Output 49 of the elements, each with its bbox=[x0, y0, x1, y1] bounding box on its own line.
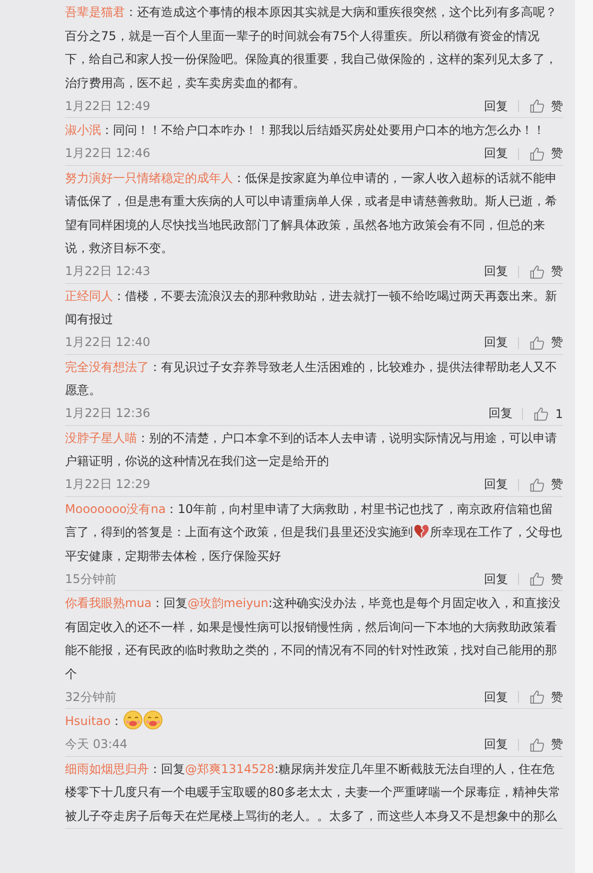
comment-text: 吾辈是猫君：还有造成这个事情的根本原因其实就是大病和重疾很突然，这个比列有多高呢？百分之75，就是一百个人里面一辈子的时间就会有75个人得重疾。所以稍微有资金的情况下，给自己和家人投一份保险吧。保险真的很重要，我自己做保险的，这样的案列见太多了，治疗费用高，医不起，卖车卖房卖血的都有。 bbox=[65, 4, 558, 92]
thumbs-up-icon[interactable] bbox=[529, 334, 545, 350]
like-count[interactable]: 赞 bbox=[551, 98, 563, 114]
timestamp: 1月22日 12:40 bbox=[65, 334, 150, 351]
thumbs-up-icon[interactable] bbox=[529, 689, 545, 705]
reply-link[interactable]: 回复 bbox=[484, 263, 508, 280]
broken-heart-icon bbox=[413, 523, 430, 540]
like-count[interactable]: 赞 bbox=[551, 688, 563, 706]
timestamp: 1月22日 12:36 bbox=[65, 405, 150, 422]
smiley-icon bbox=[122, 710, 143, 730]
reply-link[interactable]: 回复 bbox=[484, 334, 508, 351]
comment-text: 细雨如烟思归舟：回复@郑爽1314528:糖尿病并发症几年里不断截肢无法自理的人，住在危楼零下十几度只有一个电暖手宝取暖的80多老太太，夫妻一个严重哮喘一个尿毒症，精神失常被儿子夺走房子后每天在烂尾楼上骂街的老人。。太多了，而这些人本身又不是想象中的那么 bbox=[65, 760, 562, 824]
reply-link[interactable]: 回复 bbox=[488, 405, 512, 422]
comment-text: 完全没有想法了：有见识过子女弃养导致老人生活困难的，比较难办，提供法律帮助老人又不愿意。 bbox=[65, 358, 558, 399]
timestamp: 今天 03:44 bbox=[65, 736, 128, 753]
like-count[interactable]: 赞 bbox=[551, 145, 563, 162]
timestamp: 1月22日 12:46 bbox=[65, 145, 150, 162]
timestamp: 32分钟前 bbox=[65, 688, 116, 706]
comment-text: 你看我眼熟mua：回复@玫韵meiyun:这种确实没办法，毕竟也是每个月固定收入，和直接没有固定收入的还不一样，如果是慢性病可以报销慢性病，然后询问一下本地的大病救助政策看能不能报，还有民政的临时救助之类的，不同的情况有不同的针对性政策，找对自己能用的那个 bbox=[65, 595, 562, 682]
reply-link[interactable]: 回复 bbox=[484, 98, 508, 114]
comment-text: 正经同人：借楼，不要去流浪汉去的那种救助站，进去就打一顿不给吃喝过两天再轰出来。新闻有报过 bbox=[65, 288, 558, 328]
like-count[interactable]: 赞 bbox=[551, 263, 563, 280]
reply-link[interactable]: 回复 bbox=[484, 736, 508, 753]
reply-link[interactable]: 回复 bbox=[484, 145, 508, 162]
comment-text: Mooooooo没有na：10年前，向村里申请了大病救助，村里书记也找了，南京政府信箱也留言了，得到的答复是：上面有这个政策，但是我们县里还没实施到 所幸现在工作了，父母也平安健康，定期带去体检，医疗保险买好 bbox=[65, 500, 563, 564]
timestamp: 1月22日 12:29 bbox=[65, 476, 150, 493]
like-count[interactable]: 赞 bbox=[551, 736, 563, 753]
thumbs-up-icon[interactable] bbox=[529, 736, 545, 752]
like-count[interactable]: 赞 bbox=[551, 570, 563, 588]
thumbs-up-icon[interactable] bbox=[529, 98, 545, 114]
comment-text: 努力演好一只情绪稳定的成年人：低保是按家庭为单位申请的，一家人收入超标的话就不能申请低保了，但是患有重大疾病的人可以申请重病单人保，或者是申请慈善救助。斯人已逝，希望有同样困境的人尽快找当地民政部门了解具体政策，虽然各地方政策会有不同，但总的来说，救济目标不变。 bbox=[65, 170, 558, 257]
reply-link[interactable]: 回复 bbox=[484, 688, 508, 706]
reply-link[interactable]: 回复 bbox=[484, 570, 508, 588]
timestamp: 15分钟前 bbox=[65, 570, 116, 588]
comment-text: 淑小泯：同问！！不给户口本咋办！！那我以后结婚买房处处要用户口本的地方怎么办！！ bbox=[65, 122, 546, 139]
smiley-icon bbox=[142, 710, 163, 730]
thumbs-up-icon[interactable] bbox=[529, 476, 545, 492]
like-count[interactable]: 赞 bbox=[551, 476, 563, 493]
timestamp: 1月22日 12:43 bbox=[65, 263, 150, 280]
thumbs-up-icon[interactable] bbox=[529, 264, 545, 280]
like-count[interactable]: 赞 bbox=[551, 334, 563, 351]
timestamp: 1月22日 12:49 bbox=[65, 98, 150, 114]
thumbs-up-icon[interactable] bbox=[533, 406, 550, 422]
like-count[interactable]: 1 bbox=[555, 406, 563, 420]
reply-link[interactable]: 回复 bbox=[484, 476, 508, 493]
comment-text: 没脖子星人喵：别的不清楚，户口本拿不到的话本人去申请，说明实际情况与用途，可以申请户籍证明，你说的这种情况在我们这一定是给开的 bbox=[65, 430, 558, 470]
thumbs-up-icon[interactable] bbox=[529, 146, 545, 162]
comment-text: Hsuitao： bbox=[65, 710, 563, 734]
thumbs-up-icon[interactable] bbox=[529, 571, 545, 587]
